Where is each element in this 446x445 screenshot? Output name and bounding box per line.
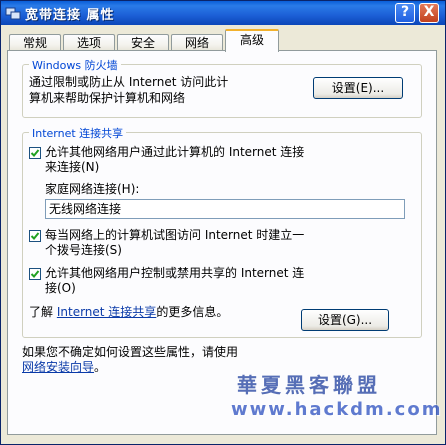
allow-control-label-line2[interactable]: 接(O) (45, 281, 76, 296)
dial-on-demand-label-line1[interactable]: 每当网络上的计算机试图访问 Internet 时建立一 (45, 228, 304, 243)
firewall-description-line2: 算机来帮助保护计算机和网络 (29, 91, 186, 105)
properties-dialog: 宽带连接 属性 ? X 常规 选项 安全 网络 高级 Windows 防火墙 通… (0, 0, 446, 445)
ics-help-link[interactable]: Internet 连接共享 (57, 305, 156, 319)
title-bar[interactable]: 宽带连接 属性 ? X (1, 1, 445, 25)
network-setup-wizard-link[interactable]: 网络安装向导 (22, 360, 94, 374)
watermark: 華夏黑客聯盟 www.hackdm.com (231, 369, 441, 439)
tab-advanced[interactable]: 高级 (225, 29, 279, 52)
window-title: 宽带连接 属性 (25, 8, 115, 23)
checkmark-icon (30, 149, 40, 157)
ics-settings-button[interactable]: 设置(G)... (301, 309, 389, 331)
watermark-line2: www.hackdm.com (231, 399, 443, 420)
tab-general[interactable]: 常规 (9, 34, 61, 51)
home-network-label: 家庭网络连接(H): (45, 182, 140, 196)
checkmark-icon (30, 232, 40, 240)
tab-networking[interactable]: 网络 (171, 34, 223, 51)
firewall-settings-button[interactable]: 设置(E)... (313, 77, 403, 99)
learn-more-text: 了解 Internet 连接共享的更多信息。 (29, 305, 228, 320)
close-button[interactable]: X (419, 3, 439, 23)
learn-more-prefix: 了解 (29, 305, 54, 319)
help-button[interactable]: ? (395, 3, 415, 23)
network-connection-icon (5, 7, 21, 20)
tab-options[interactable]: 选项 (63, 34, 115, 51)
home-network-dropdown[interactable]: 无线网络连接 (45, 199, 405, 219)
firewall-description-line1: 通过限制或防止从 Internet 访问此计 (29, 75, 229, 89)
hint-text: 如果您不确定如何设置这些属性，请使用 (22, 345, 239, 359)
ics-group: Internet 连接共享 允许其他网络用户通过此计算机的 Internet 连… (22, 125, 422, 338)
tab-security[interactable]: 安全 (117, 34, 169, 51)
allow-control-label-line1[interactable]: 允许其他网络用户控制或禁用共享的 Internet 连 (45, 266, 304, 281)
tab-strip: 常规 选项 安全 网络 高级 (7, 29, 437, 52)
allow-connect-checkbox[interactable] (29, 147, 41, 159)
dial-on-demand-checkbox[interactable] (29, 230, 41, 242)
hint-text-line2: 网络安装向导。 (22, 360, 106, 375)
learn-more-suffix: 的更多信息。 (156, 305, 229, 319)
hint-end: 。 (94, 360, 107, 374)
dial-on-demand-label-line2[interactable]: 个拨号连接(S) (45, 243, 122, 258)
firewall-group: Windows 防火墙 通过限制或防止从 Internet 访问此计 算机来帮助… (22, 57, 422, 118)
firewall-group-title: Windows 防火墙 (29, 57, 121, 73)
allow-control-checkbox[interactable] (29, 268, 41, 280)
watermark-line1: 華夏黑客聯盟 (237, 373, 381, 397)
checkmark-icon (30, 270, 40, 278)
allow-connect-label-line1[interactable]: 允许其他网络用户通过此计算机的 Internet 连接 (45, 145, 304, 160)
allow-connect-label-line2[interactable]: 来连接(N) (45, 160, 99, 175)
ics-group-title: Internet 连接共享 (29, 125, 127, 141)
